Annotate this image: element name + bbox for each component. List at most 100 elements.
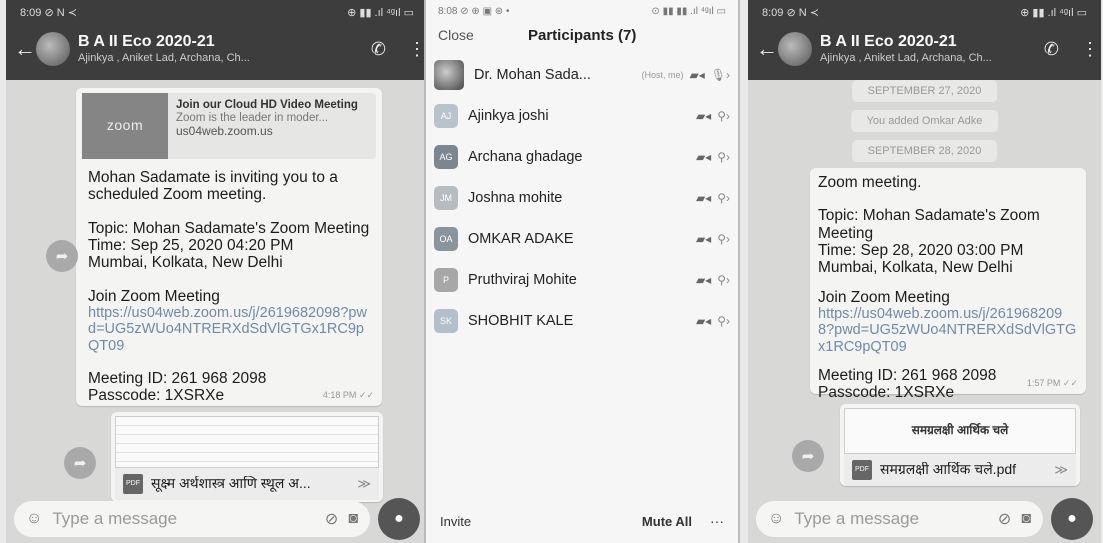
message-input-row: ☺ Type a message ⊘ ◙ ● bbox=[748, 495, 1101, 543]
invite-text: Mohan Sadamate is inviting you to a sche… bbox=[88, 169, 338, 204]
more-options-icon[interactable]: ··· bbox=[710, 513, 724, 529]
document-message[interactable]: PDF सूक्ष्म अर्थशास्त्र आणि स्थूल अ... ≫ bbox=[111, 412, 383, 502]
status-time: 8:09 bbox=[20, 6, 42, 19]
status-left-icons: ⊘ N ≺ bbox=[786, 6, 819, 19]
participant-list: Dr. Mohan Sada... (Host, me) ▰◂ 🎙› AJ Aj… bbox=[426, 54, 738, 341]
participant-name: Joshna mohite bbox=[468, 189, 563, 206]
group-avatar[interactable] bbox=[36, 32, 70, 66]
chat-title-block[interactable]: B A II Eco 2020-21 Ajinkya , Aniket Lad,… bbox=[820, 33, 1044, 64]
chevron-down-icon[interactable]: ≫ bbox=[357, 476, 371, 492]
forward-icon[interactable]: ➦ bbox=[792, 440, 824, 472]
participant-row[interactable]: JM Joshna mohite ▰◂ ⚲› bbox=[426, 177, 738, 218]
message-time: 4:18 PM ✓✓ bbox=[322, 389, 374, 400]
chat-header: 8:09 ⊘ N ≺ ⊕ ▮▮ .ıl ⁴ᵍıl ▭ ← B A II Eco … bbox=[748, 0, 1101, 80]
chat-title-block[interactable]: B A II Eco 2020-21 Ajinkya , Aniket Lad,… bbox=[78, 33, 371, 64]
status-bar: 8:09 ⊘ N ≺ ⊕ ▮▮ .ıl ⁴ᵍıl ▭ bbox=[6, 0, 428, 24]
mic-muted-icon: ⚲› bbox=[717, 149, 730, 164]
video-icon: ▰◂ bbox=[689, 67, 705, 82]
add-call-icon[interactable]: ✆ bbox=[371, 39, 386, 60]
join-link[interactable]: https://us04web.zoom.us/j/2619682098?pwd… bbox=[88, 305, 370, 354]
more-options-icon[interactable]: ⋮ bbox=[1081, 39, 1099, 60]
document-thumbnail bbox=[115, 416, 379, 468]
zoom-meeting-message[interactable]: Zoom meeting. Topic: Mohan Sadamate's Zo… bbox=[810, 168, 1086, 401]
mic-icon: ● bbox=[1067, 510, 1077, 527]
emoji-icon[interactable]: ☺ bbox=[26, 510, 42, 528]
join-link[interactable]: https://us04web.zoom.us/j/2619682098?pwd… bbox=[818, 306, 1078, 355]
participant-avatar: SK bbox=[434, 308, 458, 333]
participant-row[interactable]: AG Archana ghadage ▰◂ ⚲› bbox=[426, 136, 738, 177]
pdf-icon: PDF bbox=[123, 474, 143, 494]
participants-title: Participants (7) bbox=[528, 26, 637, 44]
group-avatar[interactable] bbox=[778, 32, 812, 66]
forward-icon-doc[interactable]: ➦ bbox=[64, 447, 96, 479]
more-options-icon[interactable]: ⋮ bbox=[408, 39, 426, 60]
emoji-icon[interactable]: ☺ bbox=[768, 510, 784, 528]
participant-avatar: JM bbox=[434, 185, 458, 210]
participant-row[interactable]: AJ Ajinkya joshi ▰◂ ⚲› bbox=[426, 95, 738, 136]
status-time: 8:08 bbox=[438, 5, 458, 17]
document-name: समग्रलक्षी आर्थिक चले.pdf bbox=[880, 462, 1017, 478]
camera-icon[interactable]: ◙ bbox=[348, 510, 358, 528]
date-chip: SEPTEMBER 28, 2020 bbox=[851, 140, 998, 162]
attach-icon[interactable]: ⊘ bbox=[325, 509, 338, 529]
time-line: Time: Sep 28, 2020 03:00 PM bbox=[818, 242, 1024, 260]
camera-icon[interactable]: ◙ bbox=[1021, 510, 1031, 528]
system-message: You added Omkar Adke bbox=[850, 110, 999, 132]
meeting-id: Meeting ID: 261 968 2098 bbox=[88, 369, 267, 387]
mute-all-button[interactable]: Mute All bbox=[642, 514, 692, 529]
participant-avatar bbox=[434, 59, 464, 90]
join-label: Join Zoom Meeting bbox=[818, 288, 950, 306]
preview-title: Join our Cloud HD Video Meeting bbox=[176, 99, 358, 111]
status-time: 8:09 bbox=[762, 6, 784, 19]
link-preview[interactable]: zoom Join our Cloud HD Video Meeting Zoo… bbox=[82, 93, 376, 159]
document-name: सूक्ष्म अर्थशास्त्र आणि स्थूल अ... bbox=[151, 476, 311, 492]
invite-button[interactable]: Invite bbox=[440, 514, 642, 529]
video-off-icon: ▰◂ bbox=[695, 149, 712, 164]
mic-button[interactable]: ● bbox=[1051, 498, 1093, 540]
message-heading: Zoom meeting. bbox=[818, 174, 922, 191]
mic-button[interactable]: ● bbox=[378, 498, 420, 540]
participant-avatar: AG bbox=[434, 144, 458, 169]
back-arrow-icon[interactable]: ← bbox=[756, 36, 778, 62]
video-off-icon: ▰◂ bbox=[695, 272, 712, 287]
chat-header: 8:09 ⊘ N ≺ ⊕ ▮▮ .ıl ⁴ᵍıl ▭ ← B A II Eco … bbox=[6, 0, 428, 80]
participant-name: OMKAR ADAKE bbox=[468, 230, 574, 247]
back-arrow-icon[interactable]: ← bbox=[14, 36, 36, 62]
status-bar: 8:08 ⊘ ⊕ ▣ ⊛ • ⊙ ▮▮ ▮▮ .ıl ⁴ᵍıl ▭ bbox=[426, 0, 738, 22]
mic-icon: ● bbox=[394, 510, 404, 527]
whatsapp-chat-left: 8:09 ⊘ N ≺ ⊕ ▮▮ .ıl ⁴ᵍıl ▭ ← B A II Eco … bbox=[6, 0, 428, 543]
zoom-logo: zoom bbox=[82, 93, 168, 159]
preview-url: us04web.zoom.us bbox=[176, 124, 273, 139]
chevron-down-icon[interactable]: ≫ bbox=[1054, 462, 1068, 478]
participant-row[interactable]: P Pruthviraj Mohite ▰◂ ⚲› bbox=[426, 259, 738, 300]
participant-name: Pruthviraj Mohite bbox=[468, 271, 577, 288]
pdf-icon: PDF bbox=[852, 460, 872, 480]
forward-icon[interactable]: ➦ bbox=[46, 240, 78, 272]
participant-avatar: AJ bbox=[434, 103, 458, 128]
add-call-icon[interactable]: ✆ bbox=[1044, 39, 1059, 60]
participant-name: Archana ghadage bbox=[468, 148, 583, 165]
host-tag: (Host, me) bbox=[641, 69, 684, 80]
status-bar: 8:09 ⊘ N ≺ ⊕ ▮▮ .ıl ⁴ᵍıl ▭ bbox=[748, 0, 1101, 24]
mic-muted-icon: ⚲› bbox=[717, 190, 730, 205]
close-button[interactable]: Close bbox=[438, 27, 528, 43]
chat-title: B A II Eco 2020-21 bbox=[78, 33, 215, 51]
thumbnail-title: समग्रलक्षी आर्थिक चले bbox=[911, 423, 1009, 438]
message-input[interactable]: ☺ Type a message ⊘ ◙ bbox=[756, 501, 1043, 537]
timezone-line: Mumbai, Kolkata, New Delhi bbox=[818, 259, 1013, 277]
document-message[interactable]: समग्रलक्षी आर्थिक चले PDF समग्रलक्षी आर्… bbox=[840, 404, 1080, 486]
attach-icon[interactable]: ⊘ bbox=[998, 509, 1011, 529]
video-off-icon: ▰◂ bbox=[695, 313, 712, 328]
message-placeholder: Type a message bbox=[794, 509, 920, 528]
participant-name: Dr. Mohan Sada... bbox=[474, 66, 591, 83]
timezone-line: Mumbai, Kolkata, New Delhi bbox=[88, 254, 283, 272]
zoom-invite-message[interactable]: zoom Join our Cloud HD Video Meeting Zoo… bbox=[76, 88, 382, 406]
document-thumbnail: समग्रलक्षी आर्थिक चले bbox=[844, 408, 1076, 454]
video-off-icon: ▰◂ bbox=[695, 231, 712, 246]
participant-avatar: OA bbox=[434, 226, 458, 251]
participant-row[interactable]: OA OMKAR ADAKE ▰◂ ⚲› bbox=[426, 218, 738, 259]
participant-row[interactable]: SK SHOBHIT KALE ▰◂ ⚲› bbox=[426, 300, 738, 341]
chat-members: Ajinkya , Aniket Lad, Archana, Ch... bbox=[78, 51, 250, 64]
participant-row[interactable]: Dr. Mohan Sada... (Host, me) ▰◂ 🎙› bbox=[426, 54, 738, 95]
message-input[interactable]: ☺ Type a message ⊘ ◙ bbox=[14, 501, 370, 537]
